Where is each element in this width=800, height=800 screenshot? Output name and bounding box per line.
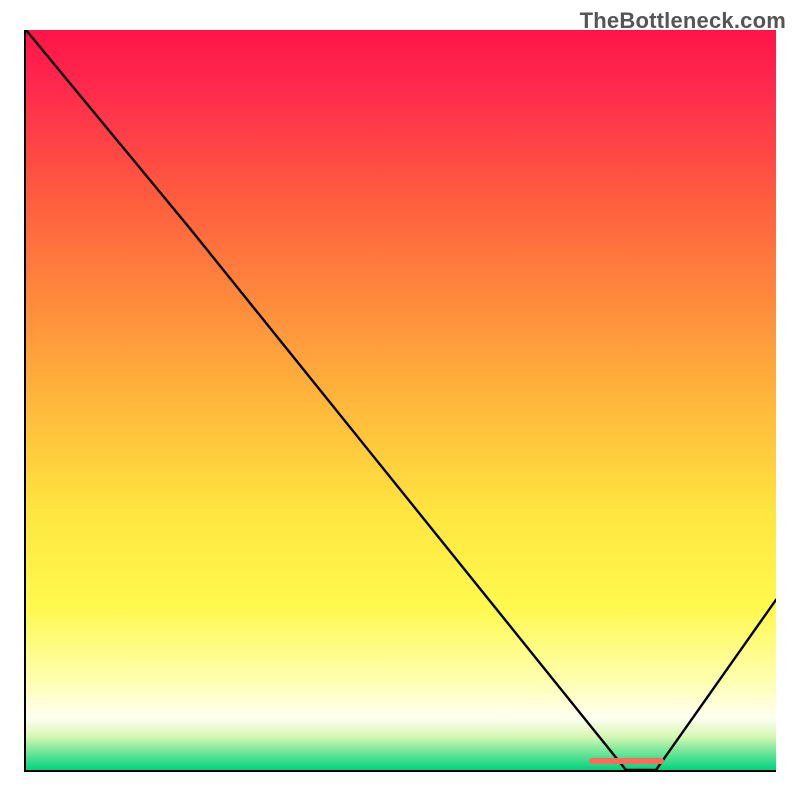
optimal-range-marker xyxy=(589,758,664,764)
y-axis xyxy=(24,30,26,772)
chart-plot-area xyxy=(26,30,776,770)
x-axis xyxy=(24,770,776,772)
chart-line-svg xyxy=(26,30,776,770)
bottleneck-curve-line xyxy=(26,30,776,770)
